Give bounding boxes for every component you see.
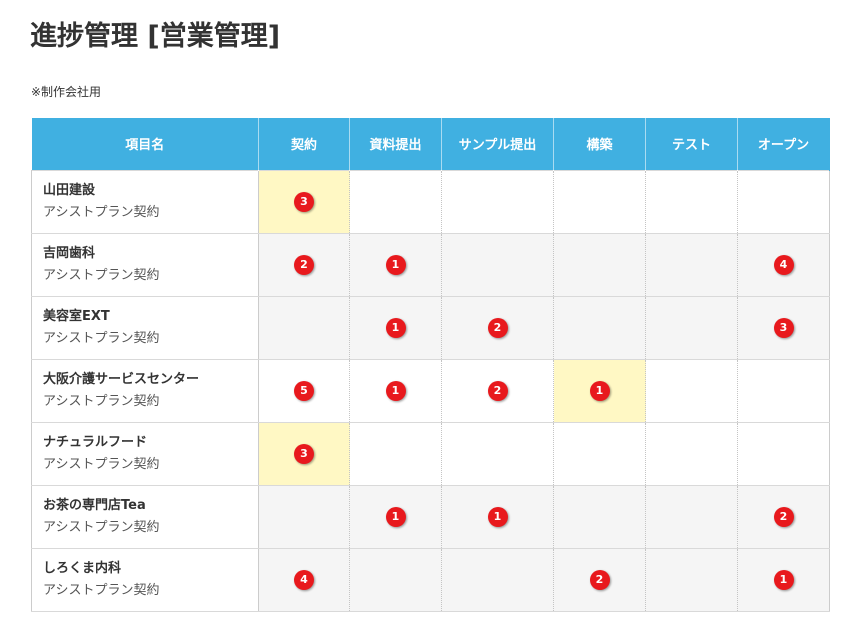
- table-row: 美容室EXT アシストプラン契約 1 2 3: [31, 295, 830, 360]
- contract-count-badge[interactable]: 5: [294, 380, 314, 401]
- cell-open: 1: [737, 547, 830, 612]
- contract-count-badge[interactable]: 4: [294, 569, 314, 590]
- cell-test: [645, 547, 738, 612]
- client-name: ナチュラルフード: [43, 434, 148, 450]
- cell-contract: 5: [258, 358, 350, 423]
- cell-open: 2: [737, 484, 830, 549]
- cell-test: [645, 169, 738, 234]
- cell-sample: 1: [441, 484, 554, 549]
- cell-contract: [258, 484, 350, 549]
- cell-materials: 1: [349, 484, 442, 549]
- page-note: ※制作会社用: [31, 85, 102, 99]
- cell-build: [553, 484, 646, 549]
- column-header-contract: 契約: [258, 118, 350, 170]
- column-header-open: オープン: [737, 118, 830, 170]
- cell-build: 1: [553, 358, 646, 423]
- client-cell: ナチュラルフード アシストプラン契約: [31, 421, 259, 486]
- client-name: 大阪介護サービスセンター: [43, 371, 200, 387]
- open-count-badge[interactable]: 3: [773, 317, 794, 338]
- table-header-row: 項目名 契約 資料提出 サンプル提出 構築 テスト オープン: [31, 118, 830, 170]
- cell-sample: 2: [441, 295, 554, 360]
- client-cell: 吉岡歯科 アシストプラン契約: [31, 232, 259, 297]
- client-plan: アシストプラン契約: [43, 519, 160, 535]
- client-name: 山田建設: [43, 182, 96, 198]
- cell-materials: [349, 421, 442, 486]
- sample-count-badge[interactable]: 1: [487, 506, 508, 527]
- cell-materials: 1: [349, 358, 442, 423]
- client-plan: アシストプラン契約: [43, 582, 160, 598]
- cell-build: [553, 421, 646, 486]
- cell-materials: 1: [349, 232, 442, 297]
- open-count-badge[interactable]: 2: [773, 506, 794, 527]
- client-plan: アシストプラン契約: [43, 456, 160, 472]
- open-count-badge[interactable]: 1: [773, 569, 794, 590]
- cell-contract: 3: [258, 169, 350, 234]
- cell-contract: 2: [258, 232, 350, 297]
- column-header-materials: 資料提出: [349, 118, 442, 170]
- cell-materials: [349, 169, 442, 234]
- cell-test: [645, 484, 738, 549]
- cell-sample: [441, 421, 554, 486]
- materials-count-badge[interactable]: 1: [385, 254, 406, 275]
- cell-test: [645, 358, 738, 423]
- table-row: ナチュラルフード アシストプラン契約 3: [31, 421, 830, 486]
- column-header-test: テスト: [645, 118, 738, 170]
- cell-sample: [441, 547, 554, 612]
- materials-count-badge[interactable]: 1: [385, 317, 406, 338]
- sample-count-badge[interactable]: 2: [487, 317, 508, 338]
- build-count-badge[interactable]: 2: [589, 569, 610, 590]
- cell-build: [553, 295, 646, 360]
- table-row: 山田建設 アシストプラン契約 3: [31, 169, 830, 234]
- cell-contract: [258, 295, 350, 360]
- client-plan: アシストプラン契約: [43, 267, 160, 283]
- client-name: 美容室EXT: [43, 308, 110, 324]
- open-count-badge[interactable]: 4: [773, 254, 794, 275]
- materials-count-badge[interactable]: 1: [385, 506, 406, 527]
- client-name: お茶の専門店Tea: [43, 497, 146, 513]
- page-title: 進捗管理 [営業管理]: [30, 21, 281, 52]
- client-cell: しろくま内科 アシストプラン契約: [31, 547, 259, 612]
- cell-open: 3: [737, 295, 830, 360]
- cell-materials: 1: [349, 295, 442, 360]
- table-row: お茶の専門店Tea アシストプラン契約 1 1 2: [31, 484, 830, 549]
- cell-build: [553, 169, 646, 234]
- client-cell: 山田建設 アシストプラン契約: [31, 169, 259, 234]
- client-name: 吉岡歯科: [43, 245, 96, 261]
- client-plan: アシストプラン契約: [43, 330, 160, 346]
- contract-count-badge[interactable]: 3: [294, 191, 314, 212]
- cell-contract: 4: [258, 547, 350, 612]
- client-cell: お茶の専門店Tea アシストプラン契約: [31, 484, 259, 549]
- table-row: 吉岡歯科 アシストプラン契約 2 1 4: [31, 232, 830, 297]
- cell-open: [737, 358, 830, 423]
- contract-count-badge[interactable]: 2: [294, 254, 314, 275]
- client-cell: 美容室EXT アシストプラン契約: [31, 295, 259, 360]
- cell-build: [553, 232, 646, 297]
- client-name: しろくま内科: [43, 560, 122, 576]
- column-header-build: 構築: [553, 118, 646, 170]
- cell-contract: 3: [258, 421, 350, 486]
- client-cell: 大阪介護サービスセンター アシストプラン契約: [31, 358, 259, 423]
- column-header-sample: サンプル提出: [441, 118, 554, 170]
- cell-sample: [441, 232, 554, 297]
- materials-count-badge[interactable]: 1: [385, 380, 406, 401]
- cell-test: [645, 421, 738, 486]
- cell-sample: 2: [441, 358, 554, 423]
- cell-materials: [349, 547, 442, 612]
- table-row: 大阪介護サービスセンター アシストプラン契約 5 1 2 1: [31, 358, 830, 423]
- build-count-badge[interactable]: 1: [589, 380, 610, 401]
- client-plan: アシストプラン契約: [43, 393, 160, 409]
- cell-open: 4: [737, 232, 830, 297]
- cell-sample: [441, 169, 554, 234]
- cell-test: [645, 295, 738, 360]
- client-plan: アシストプラン契約: [43, 204, 160, 220]
- progress-table: 項目名 契約 資料提出 サンプル提出 構築 テスト オープン 山田建設 アシスト…: [31, 118, 830, 612]
- table-row: しろくま内科 アシストプラン契約 4 2 1: [31, 547, 830, 612]
- cell-open: [737, 169, 830, 234]
- cell-open: [737, 421, 830, 486]
- column-header-item-name: 項目名: [31, 118, 259, 170]
- cell-build: 2: [553, 547, 646, 612]
- cell-test: [645, 232, 738, 297]
- sample-count-badge[interactable]: 2: [487, 380, 508, 401]
- contract-count-badge[interactable]: 3: [294, 443, 314, 464]
